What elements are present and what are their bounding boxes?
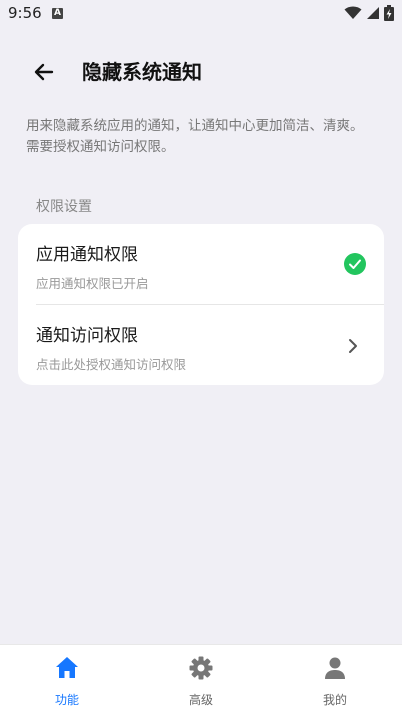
gear-icon <box>189 656 213 680</box>
user-icon <box>325 657 345 679</box>
nav-item-profile[interactable]: 我的 <box>268 645 402 717</box>
permissions-card: 应用通知权限 应用通知权限已开启 通知访问权限 点击此处授权通知访问权限 <box>18 224 384 385</box>
chevron-right-icon <box>349 339 357 353</box>
app-bar: 隐藏系统通知 <box>0 44 402 100</box>
permission-row-notification-access[interactable]: 通知访问权限 点击此处授权通知访问权限 <box>18 305 384 385</box>
nav-item-features[interactable]: 功能 <box>0 645 134 717</box>
signal-icon <box>367 7 379 19</box>
permission-subtitle: 应用通知权限已开启 <box>36 276 149 291</box>
status-indicators <box>344 5 394 21</box>
bottom-nav: 功能 高级 我的 <box>0 644 402 717</box>
nav-label: 高级 <box>188 693 213 707</box>
nav-label: 我的 <box>322 693 347 707</box>
wifi-icon <box>344 6 362 19</box>
nav-label: 功能 <box>54 693 79 707</box>
permission-title: 通知访问权限 <box>36 326 138 346</box>
back-arrow-icon[interactable] <box>30 58 58 86</box>
home-icon <box>56 657 78 678</box>
nav-item-advanced[interactable]: 高级 <box>134 645 268 717</box>
permission-row-app-notification[interactable]: 应用通知权限 应用通知权限已开启 <box>18 224 384 304</box>
permission-subtitle: 点击此处授权通知访问权限 <box>36 357 187 372</box>
page-title: 隐藏系统通知 <box>82 60 202 84</box>
section-label: 权限设置 <box>36 199 92 215</box>
battery-charging-icon <box>384 5 394 21</box>
notification-a-icon: A <box>52 8 63 19</box>
page-description: 用来隐藏系统应用的通知，让通知中心更加简洁、清爽。需要授权通知访问权限。 <box>26 118 364 155</box>
status-bar: 9:56 A <box>0 0 402 28</box>
status-time: 9:56 <box>8 4 42 22</box>
check-circle-icon <box>344 253 366 275</box>
permission-title: 应用通知权限 <box>36 245 138 265</box>
